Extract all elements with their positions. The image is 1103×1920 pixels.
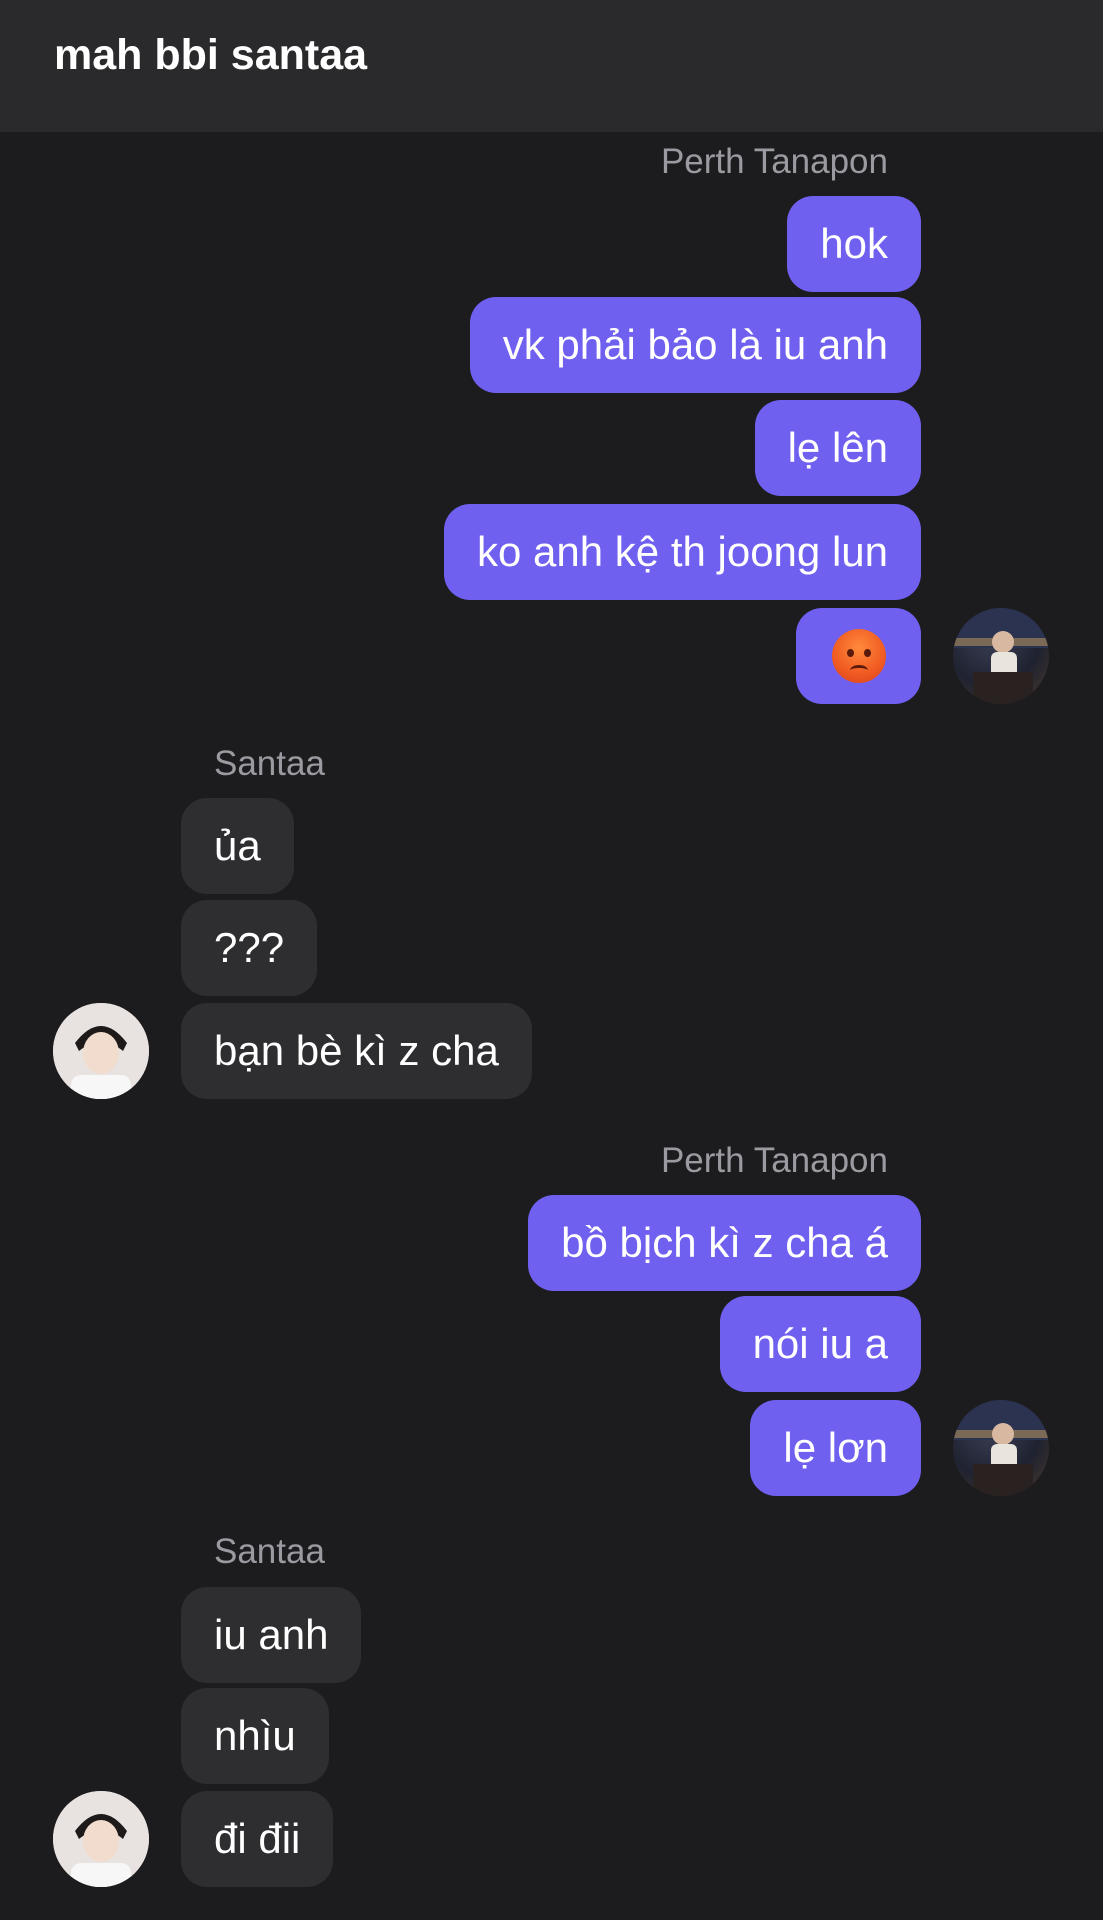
- avatar-santaa[interactable]: [53, 1791, 149, 1887]
- message-bubble[interactable]: iu anh: [181, 1587, 362, 1683]
- message-bubble[interactable]: hok: [787, 196, 921, 292]
- message-bubble[interactable]: nói iu a: [719, 1296, 921, 1392]
- message-bubble[interactable]: nhìu: [181, 1688, 329, 1784]
- avatar-image: [53, 1791, 149, 1887]
- avatar-image: [953, 608, 1049, 704]
- avatar-image: [53, 1003, 149, 1099]
- message-bubble[interactable]: lẹ lơn: [750, 1400, 921, 1496]
- message-bubble[interactable]: lẹ lên: [754, 400, 921, 496]
- avatar-perth[interactable]: [953, 608, 1049, 704]
- message-bubble[interactable]: bồ bịch kì z cha á: [528, 1195, 921, 1291]
- sender-name: Santaa: [214, 744, 325, 783]
- message-bubble[interactable]: ko anh kệ th joong lun: [444, 504, 921, 600]
- chat-title: mah bbi santaa: [54, 30, 368, 79]
- sender-name: Perth Tanapon: [660, 142, 888, 181]
- sender-name: Santaa: [214, 1532, 325, 1571]
- chat-header: mah bbi santaa: [0, 0, 1103, 132]
- sender-name: Perth Tanapon: [660, 1141, 888, 1180]
- message-list[interactable]: Perth Tanapon hok vk phải bảo là iu anh …: [0, 132, 1103, 1920]
- message-bubble-emoji[interactable]: [796, 608, 921, 704]
- message-bubble[interactable]: ủa: [181, 798, 294, 894]
- message-bubble[interactable]: vk phải bảo là iu anh: [469, 297, 921, 393]
- avatar-perth[interactable]: [953, 1400, 1049, 1496]
- message-bubble[interactable]: bạn bè kì z cha: [181, 1003, 532, 1099]
- angry-face-icon: [831, 629, 886, 683]
- avatar-image: [953, 1400, 1049, 1496]
- avatar-santaa[interactable]: [53, 1003, 149, 1099]
- message-bubble[interactable]: ???: [181, 900, 318, 996]
- message-bubble[interactable]: đi đii: [181, 1791, 334, 1887]
